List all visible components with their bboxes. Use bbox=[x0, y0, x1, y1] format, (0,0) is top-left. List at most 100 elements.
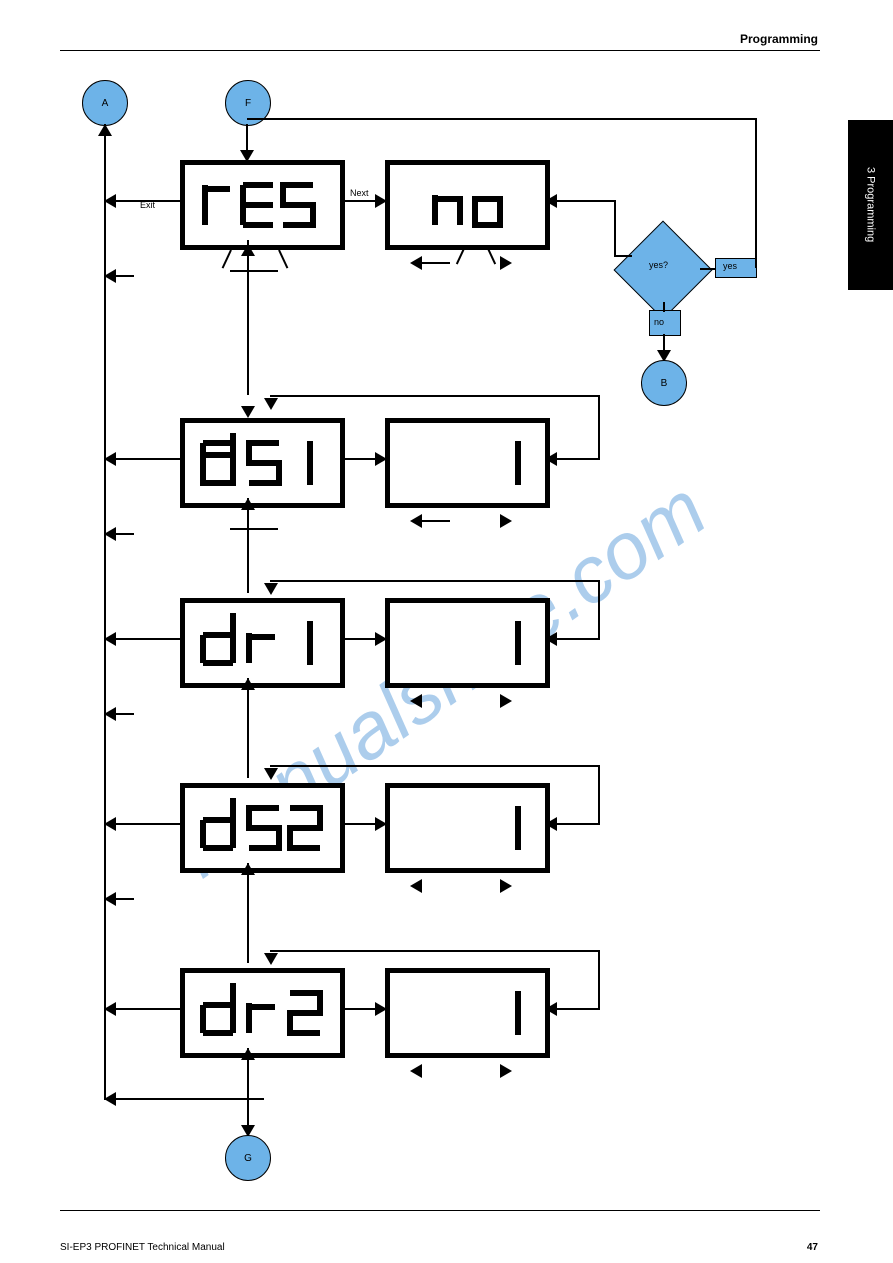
side-tab-text: 3 Programming bbox=[865, 167, 877, 242]
seg-dr2 bbox=[185, 973, 340, 1053]
node-a-label: A bbox=[102, 98, 109, 109]
seg-one4 bbox=[390, 973, 545, 1053]
display-dr1 bbox=[180, 598, 345, 688]
seg-dr1 bbox=[185, 603, 340, 683]
arrow-right-icon bbox=[500, 694, 512, 708]
connector bbox=[230, 528, 278, 530]
seg-no bbox=[390, 165, 545, 245]
connector bbox=[247, 863, 249, 963]
seg-ds1 bbox=[185, 423, 340, 503]
arrow-left-icon bbox=[104, 1092, 116, 1106]
display-one-4 bbox=[385, 968, 550, 1058]
page-number: 47 bbox=[807, 1242, 818, 1253]
connector bbox=[247, 678, 249, 778]
connector bbox=[420, 520, 450, 522]
side-tab: 3 Programming bbox=[848, 120, 893, 290]
arrow-up-icon bbox=[241, 244, 255, 256]
arrow-left-icon bbox=[104, 194, 116, 208]
arrow-right-icon bbox=[375, 1002, 387, 1016]
arrow-left-icon bbox=[545, 1002, 557, 1016]
arrow-up-icon bbox=[241, 863, 255, 875]
seg-one2 bbox=[390, 603, 545, 683]
seg-one3 bbox=[390, 788, 545, 868]
connector bbox=[598, 395, 600, 460]
header-title: Programming bbox=[740, 32, 818, 46]
connector bbox=[598, 580, 600, 640]
connector bbox=[270, 950, 600, 952]
node-b-label: B bbox=[661, 378, 668, 389]
arrow-down-icon bbox=[241, 406, 255, 418]
arrow-right-icon bbox=[500, 256, 512, 270]
arrow-up-icon bbox=[241, 678, 255, 690]
arrow-right-icon bbox=[500, 1064, 512, 1078]
arrow-right-icon bbox=[375, 452, 387, 466]
exit-label: Exit bbox=[140, 200, 155, 211]
arrow-up-icon bbox=[241, 498, 255, 510]
arrow-left-icon bbox=[104, 269, 116, 283]
decision-text: yes? bbox=[649, 260, 668, 271]
arrow-right-icon bbox=[375, 817, 387, 831]
arrow-left-icon bbox=[545, 817, 557, 831]
connector bbox=[598, 765, 600, 825]
arrow-left-icon bbox=[104, 817, 116, 831]
seg-one1 bbox=[390, 423, 545, 503]
connector bbox=[614, 255, 632, 257]
next-label: Next bbox=[350, 188, 369, 199]
display-ds1 bbox=[180, 418, 345, 508]
connector bbox=[420, 262, 450, 264]
arrow-down-icon bbox=[264, 768, 278, 780]
arrow-left-icon bbox=[545, 452, 557, 466]
arrow-right-icon bbox=[375, 632, 387, 646]
connector bbox=[700, 268, 715, 270]
display-no bbox=[385, 160, 550, 250]
seg-res bbox=[185, 165, 340, 245]
arrow-left-icon bbox=[104, 1002, 116, 1016]
display-one-2 bbox=[385, 598, 550, 688]
arrow-left-icon bbox=[410, 694, 422, 708]
connector bbox=[104, 1098, 264, 1100]
arrow-left-icon bbox=[104, 452, 116, 466]
arrow-left-icon bbox=[545, 632, 557, 646]
node-g-label: G bbox=[244, 1153, 252, 1164]
no-label: no bbox=[654, 317, 664, 328]
node-circle-a: A bbox=[82, 80, 128, 126]
connector bbox=[270, 765, 600, 767]
page: Programming 3 Programming manualshive.co… bbox=[0, 0, 893, 1263]
connector bbox=[247, 270, 249, 395]
connector bbox=[755, 118, 757, 268]
yes-label: yes bbox=[723, 261, 737, 272]
connector bbox=[247, 118, 757, 120]
arrow-left-icon bbox=[104, 527, 116, 541]
arrow-left-icon bbox=[104, 632, 116, 646]
arrow-right-icon bbox=[375, 194, 387, 208]
display-one-1 bbox=[385, 418, 550, 508]
connector bbox=[247, 498, 249, 593]
arrow-up-icon bbox=[241, 1048, 255, 1060]
arrow-right-icon bbox=[500, 879, 512, 893]
arrow-left-icon bbox=[104, 707, 116, 721]
arrow-down-icon bbox=[264, 398, 278, 410]
node-f-label: F bbox=[245, 98, 251, 109]
connector bbox=[270, 395, 600, 397]
node-circle-b: B bbox=[641, 360, 687, 406]
display-one-3 bbox=[385, 783, 550, 873]
node-circle-g: G bbox=[225, 1135, 271, 1181]
connector bbox=[222, 250, 232, 269]
arrow-right-icon bbox=[500, 514, 512, 528]
arrow-down-icon bbox=[264, 583, 278, 595]
arrow-left-icon bbox=[410, 1064, 422, 1078]
header-rule bbox=[60, 50, 820, 51]
connector bbox=[278, 250, 288, 269]
connector bbox=[247, 1048, 249, 1128]
connector bbox=[270, 580, 600, 582]
connector bbox=[663, 302, 665, 312]
footer-left: SI-EP3 PROFINET Technical Manual bbox=[60, 1242, 225, 1253]
arrow-down-icon bbox=[264, 953, 278, 965]
connector bbox=[598, 950, 600, 1010]
footer-rule bbox=[60, 1210, 820, 1211]
display-dr2 bbox=[180, 968, 345, 1058]
connector bbox=[230, 270, 278, 272]
display-ds2 bbox=[180, 783, 345, 873]
arrow-left-icon bbox=[410, 879, 422, 893]
arrow-left-icon bbox=[104, 892, 116, 906]
